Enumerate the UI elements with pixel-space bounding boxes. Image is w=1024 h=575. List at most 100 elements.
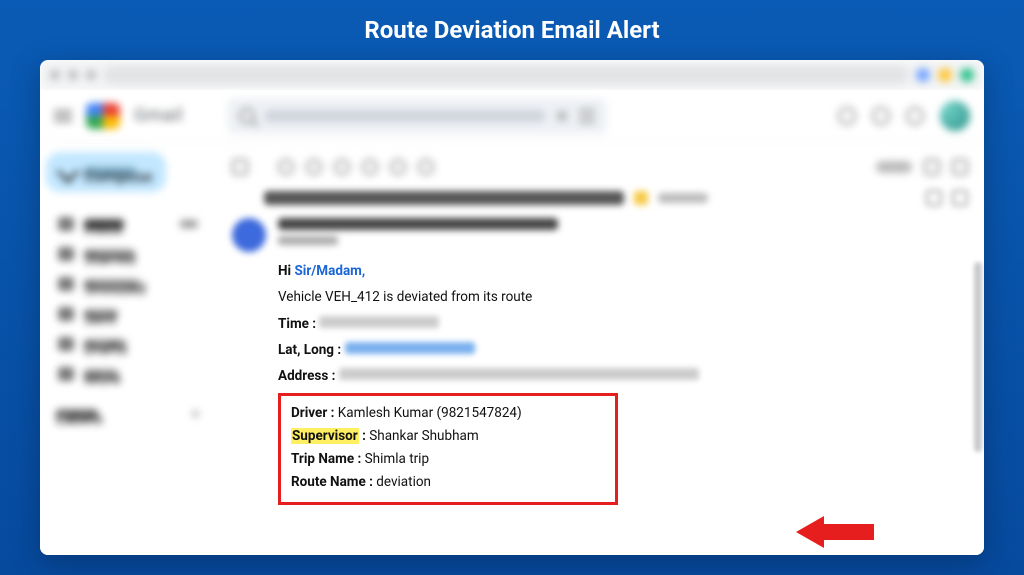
account-avatar[interactable]: [940, 101, 970, 131]
email-body: Hi Sir/Madam, Vehicle VEH_412 is deviate…: [226, 254, 974, 515]
supervisor-sep: :: [359, 428, 370, 444]
trip-value: Shimla trip: [365, 451, 429, 467]
field-address: Address :: [278, 365, 964, 387]
email-subject-row: [226, 184, 974, 212]
email-pane: Hi Sir/Madam, Vehicle VEH_412 is deviate…: [216, 142, 984, 555]
sidebar-item-starred[interactable]: Starred: [46, 242, 210, 266]
browser-frame: Gmail Compose: [40, 60, 984, 555]
sender-name: [278, 218, 558, 230]
field-latlong: Lat, Long :: [278, 339, 964, 361]
inbox-icon: [58, 217, 74, 231]
star-icon: [58, 247, 74, 261]
sidebar-item-label: More: [84, 369, 118, 379]
route-value: deviation: [376, 474, 431, 490]
field-time: Time :: [278, 313, 964, 335]
greeting-name: Sir/Madam,: [294, 263, 365, 279]
recipient-line: [278, 236, 338, 245]
add-label-icon[interactable]: +: [191, 404, 200, 423]
time-label: Time :: [278, 316, 316, 332]
email-greeting: Hi Sir/Madam,: [278, 260, 964, 282]
search-icon: [239, 108, 255, 124]
nav-fwd-icon: [68, 70, 78, 80]
gmail-app: Gmail Compose: [40, 90, 984, 555]
extension-icon: [938, 68, 952, 82]
field-route: Route Name : deviation: [291, 471, 605, 494]
chevron-down-icon: [58, 367, 74, 381]
address-value-redacted: [339, 368, 699, 380]
latlong-value-redacted: [345, 342, 475, 354]
driver-label: Driver :: [291, 405, 334, 421]
pencil-icon: [57, 161, 80, 184]
search-text-placeholder: [265, 110, 545, 122]
sidebar-item-label: Sent: [84, 309, 118, 319]
field-supervisor: Supervisor : Shankar Shubham: [291, 425, 605, 448]
draft-icon: [58, 337, 74, 351]
compose-button[interactable]: Compose: [46, 152, 166, 192]
profile-avatar-icon: [960, 68, 974, 82]
app-header: Gmail: [40, 90, 984, 142]
field-trip: Trip Name : Shimla trip: [291, 448, 605, 471]
email-sender-row: [226, 212, 974, 254]
route-label: Route Name :: [291, 474, 373, 490]
time-value-redacted: [319, 316, 439, 328]
email-toolbar: [226, 150, 974, 184]
sidebar-item-label: Inbox: [84, 219, 124, 229]
unread-icon[interactable]: [362, 159, 378, 175]
open-new-icon[interactable]: [952, 190, 968, 206]
email-summary-line: Vehicle VEH_412 is deviated from its rou…: [278, 286, 964, 308]
archive-icon[interactable]: [278, 159, 294, 175]
delete-icon[interactable]: [334, 159, 350, 175]
search-input[interactable]: [227, 98, 607, 134]
send-icon: [58, 307, 74, 321]
snooze-icon[interactable]: [390, 159, 406, 175]
highlight-box: Driver : Kamlesh Kumar (9821547824) Supe…: [278, 393, 618, 505]
gmail-logo-icon: [86, 103, 120, 129]
help-icon[interactable]: [838, 107, 856, 125]
more-icon[interactable]: [418, 159, 434, 175]
sidebar-item-drafts[interactable]: Drafts: [46, 332, 210, 356]
compose-label: Compose: [84, 167, 136, 177]
trip-label: Trip Name :: [291, 451, 361, 467]
sidebar-item-snoozed[interactable]: Snoozed: [46, 272, 210, 296]
page-title: Route Deviation Email Alert: [0, 16, 1024, 44]
sidebar-item-label: Snoozed: [84, 279, 140, 289]
sidebar-item-inbox[interactable]: Inbox: [46, 212, 210, 236]
callout-arrow-icon: [796, 510, 876, 554]
next-icon[interactable]: [952, 159, 968, 175]
settings-icon[interactable]: [872, 107, 890, 125]
scrollbar[interactable]: [974, 232, 982, 555]
sidebar-labels-heading: Labels +: [46, 404, 210, 423]
address-label: Address :: [278, 368, 335, 384]
latlong-label: Lat, Long :: [278, 342, 341, 358]
browser-tabbar: [40, 60, 984, 90]
email-subject: [264, 191, 624, 205]
menu-icon[interactable]: [54, 110, 72, 122]
pagination-info: [876, 161, 912, 173]
back-icon[interactable]: [232, 159, 248, 175]
supervisor-value: Shankar Shubham: [369, 428, 478, 444]
spam-icon[interactable]: [306, 159, 322, 175]
clear-icon[interactable]: [555, 109, 569, 123]
sidebar: Compose Inbox Starred Snoozed: [40, 142, 216, 555]
sidebar-item-label: Drafts: [84, 339, 126, 349]
apps-icon[interactable]: [906, 107, 924, 125]
greeting-salutation: Hi: [278, 263, 291, 279]
label-color-icon: [634, 191, 648, 205]
email-label-chip: [658, 193, 708, 203]
supervisor-label: Supervisor: [291, 428, 359, 444]
labels-heading-text: Labels: [56, 409, 98, 419]
header-actions: [838, 101, 970, 131]
sender-avatar-icon: [232, 218, 266, 252]
address-bar[interactable]: [104, 66, 908, 84]
nav-reload-icon: [86, 70, 96, 80]
filter-icon[interactable]: [579, 109, 595, 123]
print-icon[interactable]: [926, 190, 942, 206]
scrollbar-thumb[interactable]: [974, 262, 982, 452]
extension-icon: [916, 68, 930, 82]
unread-count: [180, 220, 198, 228]
prev-icon[interactable]: [924, 159, 940, 175]
app-name: Gmail: [134, 105, 183, 126]
clock-icon: [58, 277, 74, 291]
sidebar-item-sent[interactable]: Sent: [46, 302, 210, 326]
sidebar-item-more[interactable]: More: [46, 362, 210, 386]
